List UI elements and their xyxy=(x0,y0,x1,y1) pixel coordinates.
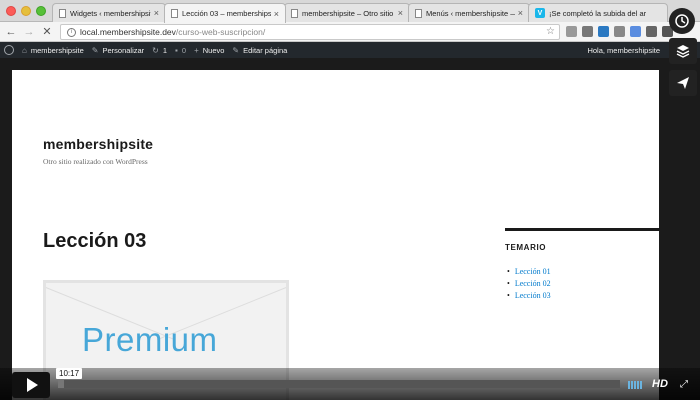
brush-icon: ✎ xyxy=(91,45,99,55)
page-icon xyxy=(59,8,66,18)
admin-bar-new[interactable]: + Nuevo xyxy=(194,46,224,55)
close-icon[interactable]: × xyxy=(274,9,279,19)
lesson-list: Lección 01 Lección 02 Lección 03 xyxy=(507,266,551,302)
wp-admin-bar: ⌂ membershipsite ✎ Personalizar ↻ 1 ▪ 0 + Nue… xyxy=(0,42,700,58)
site-title[interactable]: membershipsite xyxy=(43,136,153,152)
browser-tab-menus[interactable]: Menús ‹ membershipsite — W × xyxy=(408,3,530,22)
admin-bar-updates[interactable]: ↻ 1 xyxy=(152,46,167,55)
browser-tab-membershipsite[interactable]: membershipsite – Otro sitio r × xyxy=(284,3,410,22)
browser-tab-widgets[interactable]: Widgets ‹ membershipsite — × xyxy=(52,3,166,22)
extension-icon[interactable] xyxy=(566,26,577,37)
premium-text: Premium xyxy=(82,321,218,358)
close-icon[interactable]: × xyxy=(518,8,523,18)
close-icon[interactable]: × xyxy=(154,8,159,18)
play-button[interactable] xyxy=(12,372,50,398)
info-icon[interactable]: i xyxy=(67,27,76,37)
admin-bar-site[interactable]: ⌂ membershipsite xyxy=(22,46,84,55)
extension-icon[interactable] xyxy=(598,26,609,37)
back-button[interactable]: ← xyxy=(4,26,18,38)
tab-title: ¡Se completó la subida del ar xyxy=(549,8,647,18)
page-content: membershipsite Otro sitio realizado con … xyxy=(12,70,660,400)
browser-tab-leccion-03[interactable]: Lección 03 – membershipsite × xyxy=(164,3,286,23)
translate-icon[interactable] xyxy=(630,26,641,37)
minimize-window-button[interactable] xyxy=(21,6,31,16)
address-bar[interactable]: i local.membershipsite.dev/curso-web-sus… xyxy=(60,24,560,40)
extension-icon[interactable] xyxy=(614,26,625,37)
close-icon[interactable]: × xyxy=(398,8,403,18)
page-icon xyxy=(415,8,422,18)
wordpress-logo-icon[interactable] xyxy=(4,45,14,55)
admin-bar-account[interactable]: Hola, membershipsite xyxy=(587,42,660,58)
post-title: Lección 03 xyxy=(43,230,147,252)
browser-toolbar: ← → ✕ i local.membershipsite.dev/curso-w… xyxy=(0,22,700,42)
site-description: Otro sitio realizado con WordPress xyxy=(43,157,148,166)
admin-bar-comments[interactable]: ▪ 0 xyxy=(175,46,186,55)
extension-icon[interactable] xyxy=(582,26,593,37)
tab-title: Widgets ‹ membershipsite — xyxy=(70,8,151,18)
lesson-link-02[interactable]: Lección 02 xyxy=(507,278,551,290)
page-icon xyxy=(291,8,298,18)
plus-icon: + xyxy=(194,45,199,55)
page-icon xyxy=(171,9,178,18)
lesson-link-01[interactable]: Lección 01 xyxy=(507,266,551,278)
vimeo-icon: V xyxy=(535,8,545,18)
close-window-button[interactable] xyxy=(6,6,16,16)
lesson-link-03[interactable]: Lección 03 xyxy=(507,290,551,302)
hd-button[interactable]: HD xyxy=(652,378,668,390)
widget-title: TEMARIO xyxy=(505,243,547,252)
edit-icon: ✎ xyxy=(232,45,240,55)
send-icon[interactable] xyxy=(669,70,697,96)
tab-title: membershipsite – Otro sitio r xyxy=(302,8,395,18)
video-player-controls: 10:17 HD ⤢ xyxy=(0,368,700,400)
layers-icon[interactable] xyxy=(669,38,697,64)
admin-bar-edit-page[interactable]: ✎ Editar página xyxy=(232,46,287,55)
url-host: local.membershipsite.dev xyxy=(80,27,176,37)
url-path: /curso-web-suscripcion/ xyxy=(175,27,266,37)
maximize-window-button[interactable] xyxy=(36,6,46,16)
browser-tab-vimeo[interactable]: V ¡Se completó la subida del ar xyxy=(528,3,668,22)
tab-title: Lección 03 – membershipsite xyxy=(182,9,271,18)
play-icon xyxy=(27,378,38,392)
tab-title: Menús ‹ membershipsite — W xyxy=(426,8,515,18)
updates-icon: ↻ xyxy=(152,45,159,55)
time-display: 10:17 xyxy=(56,368,83,379)
stop-button[interactable]: ✕ xyxy=(40,25,54,38)
widget-divider xyxy=(505,228,660,231)
extension-icons xyxy=(566,26,673,37)
admin-bar-customize[interactable]: ✎ Personalizar xyxy=(92,46,144,55)
progress-bar[interactable] xyxy=(58,380,620,388)
camera-icon[interactable] xyxy=(646,26,657,37)
forward-button[interactable]: → xyxy=(22,26,36,38)
home-icon: ⌂ xyxy=(22,45,27,55)
browser-tab-strip: Widgets ‹ membershipsite — × Lección 03 … xyxy=(0,0,700,23)
volume-icon[interactable] xyxy=(628,381,642,389)
fullscreen-icon[interactable]: ⤢ xyxy=(680,379,688,390)
comment-icon: ▪ xyxy=(175,45,178,55)
bookmark-star-icon[interactable]: ☆ xyxy=(546,26,555,37)
clock-icon[interactable] xyxy=(669,8,695,34)
progress-fill xyxy=(58,380,64,388)
